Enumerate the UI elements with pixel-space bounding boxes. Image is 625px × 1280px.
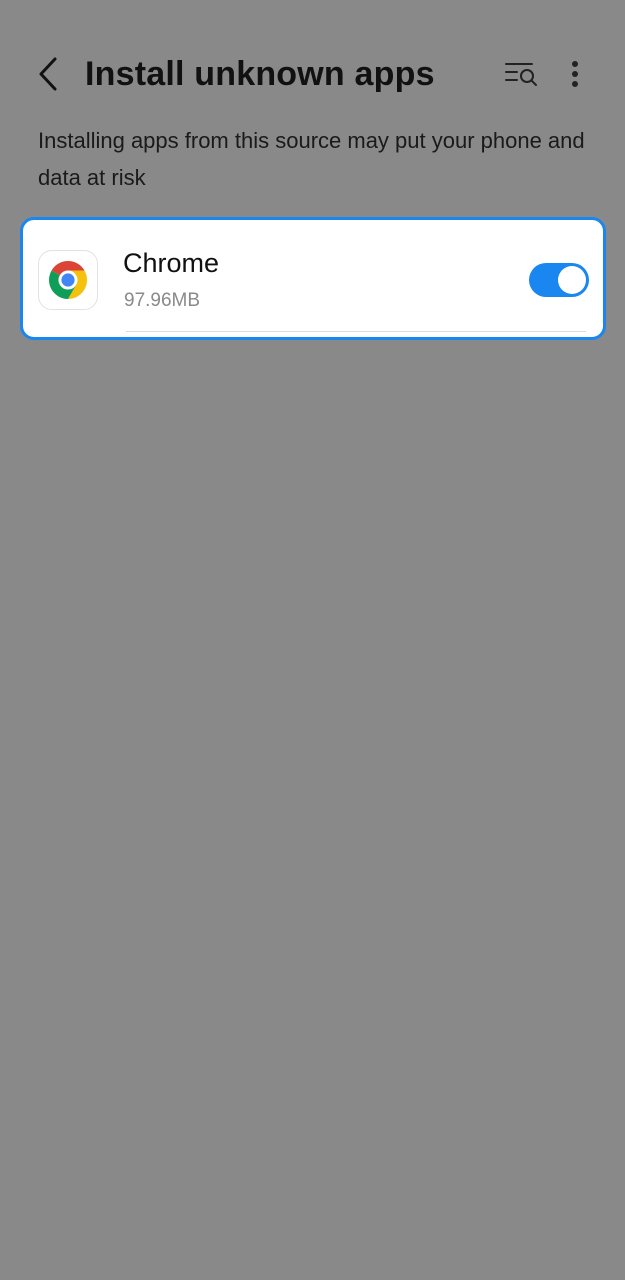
divider [126, 331, 586, 332]
app-size: 97.96MB [124, 290, 201, 311]
allow-toggle[interactable] [529, 263, 589, 297]
search-button[interactable] [500, 54, 542, 94]
chevron-left-icon [39, 57, 57, 91]
back-button[interactable] [30, 52, 66, 96]
app-bar: Install unknown apps [0, 0, 625, 120]
list-search-icon [505, 63, 537, 86]
chrome-logo-icon [49, 261, 87, 299]
app-icon [38, 250, 98, 310]
more-options-button[interactable] [560, 54, 590, 94]
toggle-knob [558, 266, 586, 294]
warning-text: Installing apps from this source may put… [38, 128, 585, 190]
page-title: Install unknown apps [85, 55, 435, 93]
app-list-item[interactable]: Chrome 97.96MB [20, 217, 606, 340]
more-vertical-icon [572, 61, 578, 87]
app-name: Chrome [123, 248, 220, 278]
